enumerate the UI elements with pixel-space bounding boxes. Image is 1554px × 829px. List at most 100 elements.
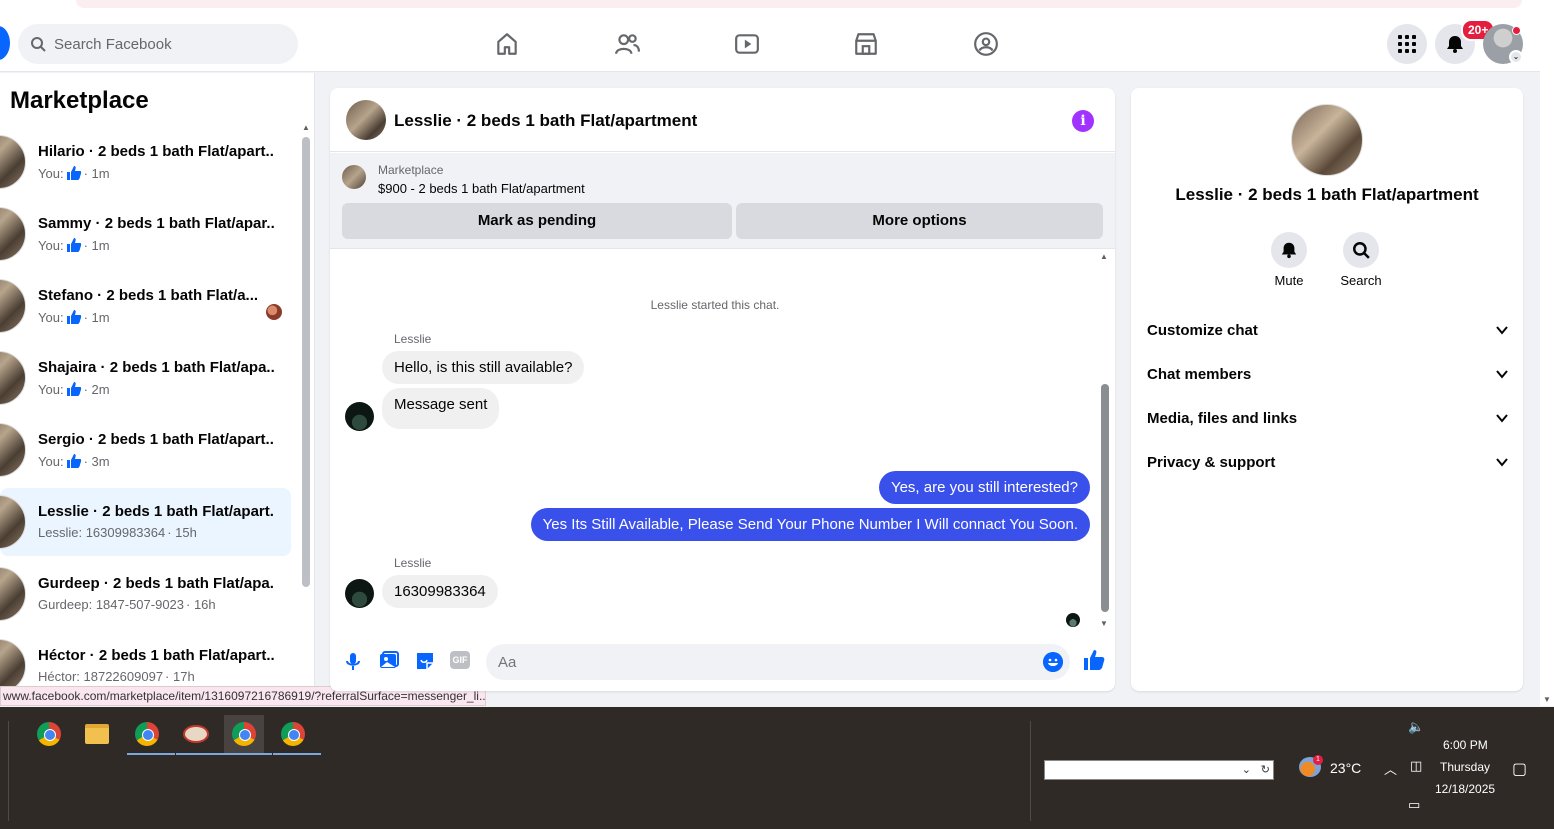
chat-avatar[interactable] bbox=[346, 100, 386, 140]
chrome-profile-m-app[interactable] bbox=[127, 715, 175, 755]
message-input[interactable] bbox=[498, 653, 998, 671]
menu-grid-button[interactable] bbox=[1387, 24, 1427, 64]
conversation-thumbnail bbox=[0, 279, 26, 333]
chat-started-notice: Lesslie started this chat. bbox=[650, 298, 780, 312]
clock-time[interactable]: 6:00 PM bbox=[1443, 738, 1488, 752]
conversation-thumbnail bbox=[0, 423, 26, 477]
conversation-name: Shajaira · 2 beds 1 bath Flat/apa... bbox=[38, 359, 274, 376]
mute-button[interactable]: Mute bbox=[1253, 232, 1325, 288]
volume-icon[interactable]: 🔈 bbox=[1408, 719, 1424, 735]
preview-text: You: bbox=[38, 237, 64, 253]
refresh-icon[interactable]: ↻ bbox=[1261, 763, 1270, 776]
conversation-scrollbar[interactable]: ▲ bbox=[301, 121, 311, 691]
sender-avatar[interactable] bbox=[345, 402, 374, 431]
listing-avatar[interactable] bbox=[1291, 104, 1363, 176]
outgoing-message[interactable]: Yes Its Still Available, Please Send You… bbox=[530, 508, 1090, 541]
incoming-message[interactable]: Message sent bbox=[382, 388, 500, 429]
chrome-profile-app-1[interactable] bbox=[224, 715, 272, 755]
scroll-up-arrow-icon[interactable]: ▲ bbox=[302, 123, 310, 132]
chevron-up-icon[interactable]: ︿ bbox=[1384, 759, 1397, 778]
thumbs-up-icon[interactable] bbox=[1082, 648, 1106, 672]
paint-app[interactable] bbox=[176, 715, 224, 755]
preview-time: · 3m bbox=[83, 453, 110, 469]
preview-text: You: bbox=[38, 309, 64, 325]
taskbar-address-box[interactable]: ⌄ ↻ bbox=[1044, 760, 1274, 780]
groups-icon[interactable] bbox=[972, 30, 1000, 58]
facebook-logo[interactable] bbox=[0, 26, 10, 60]
notification-center-icon[interactable]: ▢ bbox=[1512, 759, 1527, 779]
gif-button[interactable]: GIF bbox=[450, 651, 470, 669]
mark-as-pending-button[interactable]: Mark as pending bbox=[342, 203, 732, 239]
chevron-down-icon[interactable]: ⌄ bbox=[1242, 763, 1251, 776]
display-icon[interactable]: ▭ bbox=[1408, 797, 1420, 813]
section-label: Media, files and links bbox=[1147, 409, 1298, 427]
video-icon[interactable] bbox=[733, 30, 761, 58]
conversation-item[interactable]: Shajaira · 2 beds 1 bath Flat/apa... You:… bbox=[0, 344, 291, 412]
sticker-icon[interactable] bbox=[414, 650, 436, 672]
chevron-down-icon bbox=[1496, 414, 1508, 423]
chat-header: Lesslie · 2 beds 1 bath Flat/apartment i bbox=[330, 88, 1115, 152]
thumbs-up-icon bbox=[66, 238, 81, 252]
conversation-item[interactable]: Lesslie · 2 beds 1 bath Flat/apart... Les… bbox=[0, 488, 291, 556]
info-icon[interactable]: i bbox=[1072, 110, 1094, 132]
more-options-button[interactable]: More options bbox=[736, 203, 1103, 239]
conversation-thumbnail bbox=[0, 495, 26, 549]
search-conversation-button[interactable]: Search bbox=[1325, 232, 1397, 288]
scroll-up-arrow-icon[interactable]: ▲ bbox=[1100, 252, 1108, 261]
marketplace-icon[interactable] bbox=[852, 30, 880, 58]
listing-thumbnail[interactable] bbox=[342, 165, 366, 189]
preview-time: · 17h bbox=[165, 669, 195, 684]
microphone-icon[interactable] bbox=[342, 650, 364, 672]
incoming-message[interactable]: 16309983364 bbox=[382, 575, 498, 608]
customize-chat-section[interactable]: Customize chat bbox=[1147, 315, 1509, 345]
conversation-preview: Héctor: 18722609097 · 17h bbox=[38, 669, 195, 684]
outgoing-message[interactable]: Yes, are you still interested? bbox=[878, 471, 1090, 504]
search-label: Search bbox=[1340, 273, 1382, 288]
paint-icon bbox=[183, 725, 209, 743]
chrome-app[interactable] bbox=[29, 715, 69, 753]
chat-scrollbar[interactable]: ▲ ▼ bbox=[1099, 252, 1111, 628]
conversation-item[interactable]: Sergio · 2 beds 1 bath Flat/apart... You:… bbox=[0, 416, 291, 484]
home-icon[interactable] bbox=[493, 30, 521, 58]
conversation-item[interactable]: Gurdeep · 2 beds 1 bath Flat/apa... Gurde… bbox=[0, 560, 291, 628]
friends-icon[interactable] bbox=[613, 30, 641, 58]
emoji-icon[interactable] bbox=[1043, 652, 1063, 672]
chat-panel: Lesslie · 2 beds 1 bath Flat/apartment i… bbox=[330, 88, 1115, 691]
incoming-message[interactable]: Hello, is this still available? bbox=[382, 351, 585, 384]
conversation-item[interactable]: Sammy · 2 beds 1 bath Flat/apar... You: · … bbox=[0, 200, 291, 268]
message-input-box[interactable] bbox=[486, 644, 1070, 680]
photo-icon[interactable] bbox=[378, 650, 400, 672]
chrome-icon bbox=[37, 722, 61, 746]
listing-price[interactable]: $900 - 2 beds 1 bath Flat/apartment bbox=[378, 181, 585, 196]
seen-avatar bbox=[266, 304, 282, 320]
conversation-name: Hilario · 2 beds 1 bath Flat/apart... bbox=[38, 143, 274, 160]
conversation-preview: You: · 2m bbox=[38, 381, 110, 397]
page-scrollbar[interactable]: ▼ bbox=[1540, 16, 1554, 706]
preview-text: You: bbox=[38, 381, 64, 397]
search-input[interactable] bbox=[54, 35, 274, 53]
scrollbar-thumb[interactable] bbox=[1101, 384, 1109, 612]
conversation-name: Stefano · 2 beds 1 bath Flat/a... bbox=[38, 287, 259, 304]
temperature[interactable]: 23°C bbox=[1330, 760, 1361, 776]
sender-avatar[interactable] bbox=[345, 579, 374, 608]
search-box[interactable] bbox=[18, 24, 298, 64]
privacy-support-section[interactable]: Privacy & support bbox=[1147, 447, 1509, 477]
conversation-item[interactable]: Hilario · 2 beds 1 bath Flat/apart... You… bbox=[0, 128, 291, 196]
taskbar-divider bbox=[1030, 721, 1032, 821]
clock-day[interactable]: Thursday bbox=[1440, 760, 1490, 774]
file-explorer-app[interactable] bbox=[77, 715, 117, 753]
clock-date[interactable]: 12/18/2025 bbox=[1435, 782, 1495, 796]
conversation-item[interactable]: Stefano · 2 beds 1 bath Flat/a... You: · 1… bbox=[0, 272, 291, 340]
chat-title[interactable]: Lesslie · 2 beds 1 bath Flat/apartment bbox=[394, 111, 697, 131]
scroll-down-arrow-icon[interactable]: ▼ bbox=[1100, 619, 1108, 628]
chat-members-section[interactable]: Chat members bbox=[1147, 359, 1509, 389]
network-icon[interactable]: ◫ bbox=[1410, 758, 1422, 774]
chrome-profile-app-2[interactable] bbox=[273, 715, 321, 755]
scrollbar-thumb[interactable] bbox=[302, 137, 310, 587]
conversation-preview: You: · 1m bbox=[38, 309, 110, 325]
media-files-links-section[interactable]: Media, files and links bbox=[1147, 403, 1509, 433]
chevron-down-icon[interactable]: ⌄ bbox=[1509, 50, 1523, 64]
scroll-down-arrow-icon[interactable]: ▼ bbox=[1543, 695, 1551, 704]
conversation-name: Lesslie · 2 beds 1 bath Flat/apart... bbox=[38, 503, 274, 520]
conversation-preview: You: · 1m bbox=[38, 237, 110, 253]
